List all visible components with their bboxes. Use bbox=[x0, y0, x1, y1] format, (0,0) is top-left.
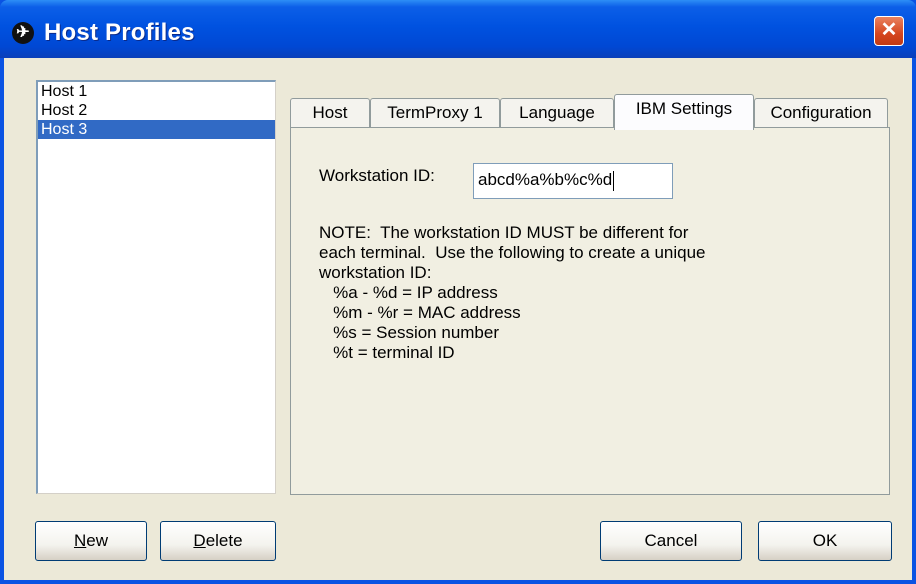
note-line: each terminal. Use the following to crea… bbox=[319, 243, 706, 262]
host-list-item-host-2[interactable]: Host 2 bbox=[38, 101, 275, 120]
title-bar[interactable]: ✈ Host Profiles ✕ bbox=[0, 0, 916, 58]
workstation-id-input[interactable]: abcd%a%b%c%d bbox=[473, 163, 673, 199]
ok-button[interactable]: OK bbox=[758, 521, 892, 561]
note-line: %a - %d = IP address bbox=[319, 283, 498, 302]
ibm-settings-panel: Workstation ID: abcd%a%b%c%d NOTE: The w… bbox=[290, 127, 890, 495]
tab-ibm-settings[interactable]: IBM Settings bbox=[614, 94, 754, 130]
host-list-item-host-1[interactable]: Host 1 bbox=[38, 82, 275, 101]
host-list[interactable]: Host 1 Host 2 Host 3 bbox=[36, 80, 276, 494]
tab-configuration[interactable]: Configuration bbox=[754, 98, 888, 128]
text-caret bbox=[613, 170, 615, 191]
window-title: Host Profiles bbox=[44, 19, 195, 46]
workstation-id-value: abcd%a%b%c%d bbox=[478, 170, 613, 189]
close-icon: ✕ bbox=[880, 19, 898, 41]
tab-host[interactable]: Host bbox=[290, 98, 370, 128]
delete-button[interactable]: Delete bbox=[160, 521, 276, 561]
workstation-id-label: Workstation ID: bbox=[319, 166, 435, 185]
cancel-button[interactable]: Cancel bbox=[600, 521, 742, 561]
app-icon: ✈ bbox=[12, 22, 34, 44]
host-list-item-host-3[interactable]: Host 3 bbox=[38, 120, 275, 139]
note-line: NOTE: The workstation ID MUST be differe… bbox=[319, 223, 689, 242]
note-line: %s = Session number bbox=[319, 323, 500, 342]
tab-termproxy-1[interactable]: TermProxy 1 bbox=[370, 98, 500, 128]
dialog-body: Host 1 Host 2 Host 3 Host TermProxy 1 La… bbox=[4, 58, 912, 580]
note-line: %t = terminal ID bbox=[319, 343, 455, 362]
host-profiles-window: ✈ Host Profiles ✕ Host 1 Host 2 Host 3 H… bbox=[0, 0, 916, 584]
note-line: workstation ID: bbox=[319, 263, 432, 282]
new-button[interactable]: New bbox=[35, 521, 147, 561]
close-button[interactable]: ✕ bbox=[874, 16, 904, 46]
workstation-note: NOTE: The workstation ID MUST be differe… bbox=[319, 223, 839, 363]
tab-language[interactable]: Language bbox=[500, 98, 614, 128]
note-line: %m - %r = MAC address bbox=[319, 303, 521, 322]
